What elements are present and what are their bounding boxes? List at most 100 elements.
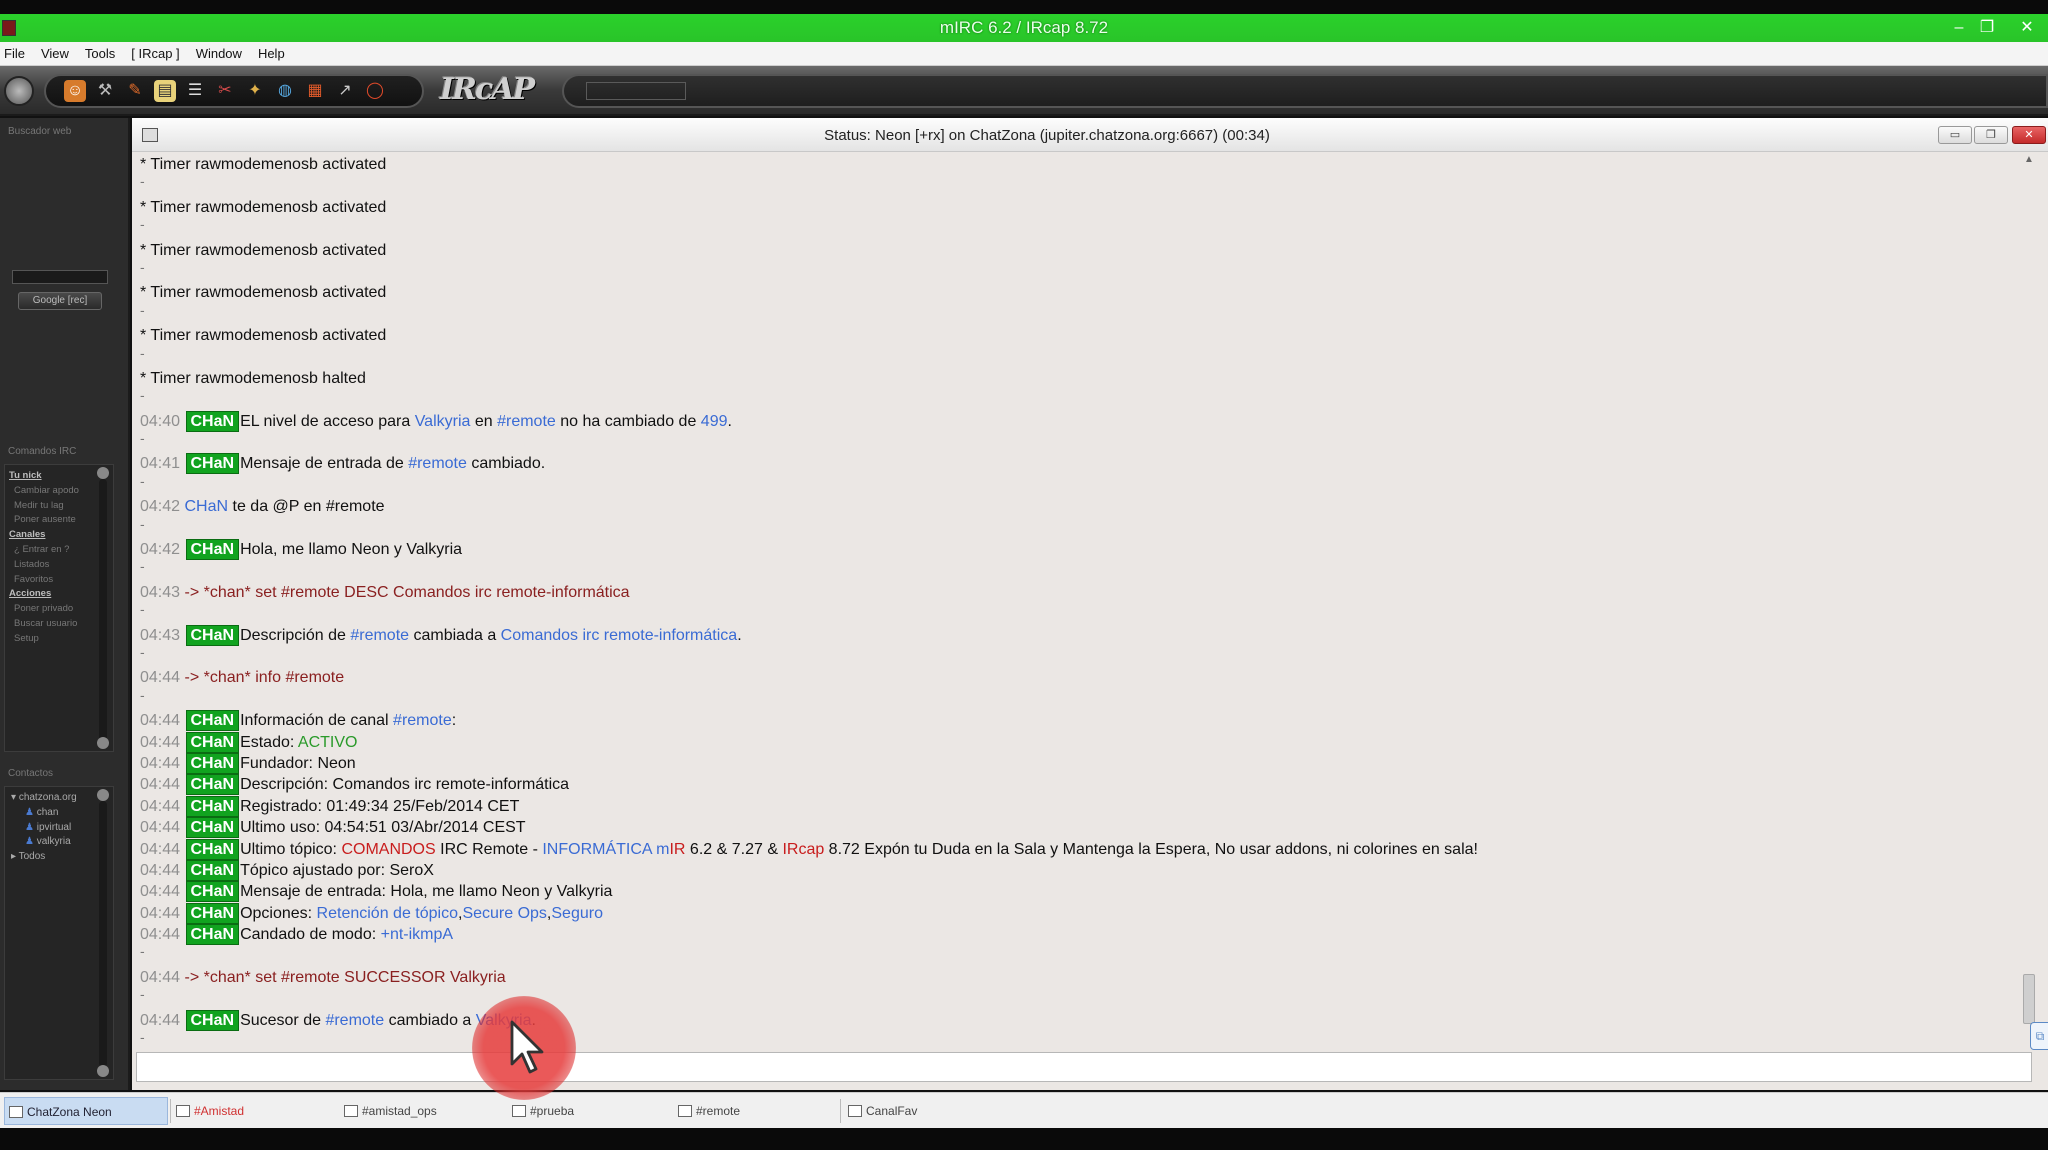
scroll-thumb[interactable] <box>2023 974 2035 1024</box>
window-tab-icon <box>678 1105 692 1117</box>
command-item[interactable]: Setup <box>9 632 79 647</box>
menu-tools[interactable]: Tools <box>83 46 125 61</box>
chat-link[interactable]: CHaN <box>185 498 229 515</box>
commands-scroll-up[interactable] <box>97 467 109 479</box>
contact-item[interactable]: chan <box>11 806 77 821</box>
connect-button[interactable] <box>4 76 34 106</box>
chat-line: 04:44 CHaN Fundador: Neon <box>140 752 2020 774</box>
chat-text: Candado de modo: <box>240 926 381 944</box>
web-search-input[interactable] <box>12 270 108 284</box>
menu-window[interactable]: Window <box>194 46 252 61</box>
switchbar-tab[interactable]: #amistad_ops <box>340 1097 504 1125</box>
chat-link[interactable]: #remote <box>350 627 409 644</box>
command-group[interactable]: Tu nick <box>9 469 79 484</box>
user-icon[interactable]: ☺ <box>64 80 86 102</box>
window-tab-icon <box>848 1105 862 1117</box>
list-icon[interactable]: ☰ <box>184 80 206 102</box>
command-item[interactable]: Buscar usuario <box>9 617 79 632</box>
status-minimize-button[interactable]: ▭ <box>1938 126 1972 144</box>
timestamp: 04:44 <box>140 1011 181 1029</box>
minimize-button[interactable]: – <box>1946 18 1972 38</box>
stop-icon[interactable]: ◯ <box>364 80 386 102</box>
scroll-up-arrow-icon[interactable]: ▲ <box>2022 154 2036 165</box>
contact-item[interactable]: valkyria <box>11 835 77 850</box>
chat-text: Tópico ajustado por: SeroX <box>240 861 434 879</box>
blocks-icon[interactable]: ▦ <box>304 80 326 102</box>
window-tab-icon <box>512 1105 526 1117</box>
tools-icon[interactable]: ✂ <box>214 80 236 102</box>
chat-line: 04:44 CHaN Estado: ACTIVO <box>140 731 2020 753</box>
mouse-cursor-icon <box>510 1020 544 1074</box>
menu-ircap[interactable]: [ IRcap ] <box>129 46 189 61</box>
notes-icon[interactable]: ▤ <box>154 80 176 102</box>
command-group[interactable]: Canales <box>9 528 79 543</box>
switchbar-tab[interactable]: #Amistad <box>172 1097 336 1125</box>
chat-link[interactable]: Valkyria <box>415 413 471 430</box>
nick-badge: CHaN <box>185 752 240 774</box>
command-item[interactable]: Poner privado <box>9 602 79 617</box>
message-input[interactable] <box>136 1052 2032 1082</box>
maximize-button[interactable]: ❐ <box>1974 18 2000 38</box>
globe-icon[interactable]: ◍ <box>274 80 296 102</box>
chat-link[interactable]: Seguro <box>551 905 603 922</box>
contact-server[interactable]: ▾ chatzona.org <box>11 791 77 806</box>
chat-text: en <box>470 412 498 430</box>
pencil-icon[interactable]: ✎ <box>124 80 146 102</box>
contacts-scrollbar[interactable] <box>99 801 107 1067</box>
switchbar-tab[interactable]: CanalFav <box>844 1097 1008 1125</box>
commands-scroll-down[interactable] <box>97 737 109 749</box>
chat-link[interactable]: Retención de tópico <box>317 905 458 922</box>
chat-link[interactable]: #remote <box>325 1012 384 1029</box>
toolbar-icon-strip: ☺ ⚒ ✎ ▤ ☰ ✂ ✦ ◍ ▦ ↗ ◯ <box>44 74 424 108</box>
command-item[interactable]: Favoritos <box>9 573 79 588</box>
contacts-scroll-down[interactable] <box>97 1065 109 1077</box>
status-maximize-button[interactable]: ❐ <box>1974 126 2008 144</box>
menu-help[interactable]: Help <box>256 46 295 61</box>
command-item[interactable]: Poner ausente <box>9 513 79 528</box>
command-group[interactable]: Acciones <box>9 587 79 602</box>
contact-group-all[interactable]: ▸ Todos <box>11 850 77 865</box>
chat-link[interactable]: 499 <box>701 413 728 430</box>
google-search-button[interactable]: Google [rec] <box>18 292 102 310</box>
chat-separator: - <box>140 515 145 532</box>
chart-icon[interactable]: ↗ <box>334 80 356 102</box>
command-item[interactable]: ¿ Entrar en ? <box>9 543 79 558</box>
chat-separator: - <box>140 943 145 960</box>
command-text: -> *chan* info #remote <box>184 669 345 687</box>
menu-file[interactable]: File <box>2 46 35 61</box>
status-close-button[interactable]: ✕ <box>2012 126 2046 144</box>
switchbar-tab[interactable]: #remote <box>674 1097 838 1125</box>
chat-text: IRC Remote - <box>435 840 543 858</box>
switchbar-tab[interactable]: #prueba <box>508 1097 672 1125</box>
chat-line: 04:44 CHaN Mensaje de entrada: Hola, me l… <box>140 881 2020 903</box>
chat-text: . <box>727 412 732 430</box>
command-item[interactable]: Listados <box>9 558 79 573</box>
wrench-icon[interactable]: ⚒ <box>94 80 116 102</box>
close-button[interactable]: ✕ <box>2014 18 2040 38</box>
chat-log: * Timer rawmodemenosb activated - * Timer … <box>140 154 2020 1048</box>
chat-link[interactable]: #remote <box>408 455 467 472</box>
contact-item[interactable]: ipvirtual <box>11 821 77 836</box>
status-window-title: Status: Neon [+rx] on ChatZona (jupiter.… <box>824 127 1270 144</box>
chat-separator: - <box>140 344 145 361</box>
chat-line: * Timer rawmodemenosb activated <box>140 282 2020 303</box>
menu-view[interactable]: View <box>39 46 79 61</box>
command-item[interactable]: Medir tu lag <box>9 499 79 514</box>
side-panel-toggle-icon[interactable]: ⧉ <box>2030 1022 2048 1050</box>
chat-scrollbar[interactable]: ▲ <box>2022 154 2036 1054</box>
chat-link[interactable]: #remote <box>393 712 452 729</box>
chat-link[interactable]: Secure Ops <box>462 905 546 922</box>
gift-icon[interactable]: ✦ <box>244 80 266 102</box>
commands-scrollbar[interactable] <box>99 479 107 741</box>
contacts-scroll-up[interactable] <box>97 789 109 801</box>
command-item[interactable]: Cambiar apodo <box>9 484 79 499</box>
chat-text: * Timer rawmodemenosb halted <box>140 369 366 387</box>
chat-link[interactable]: Comandos irc remote-informática <box>501 627 738 644</box>
switchbar-tab[interactable]: ChatZona Neon <box>4 1097 168 1125</box>
chat-text: cambiado a <box>384 1011 476 1029</box>
chat-link[interactable]: #remote <box>497 413 556 430</box>
chat-link[interactable]: m <box>656 841 669 858</box>
chat-link[interactable]: INFORMÁTICA <box>542 841 651 858</box>
chat-link[interactable]: +nt-ikmpA <box>381 926 453 943</box>
chat-separator: - <box>140 601 145 618</box>
